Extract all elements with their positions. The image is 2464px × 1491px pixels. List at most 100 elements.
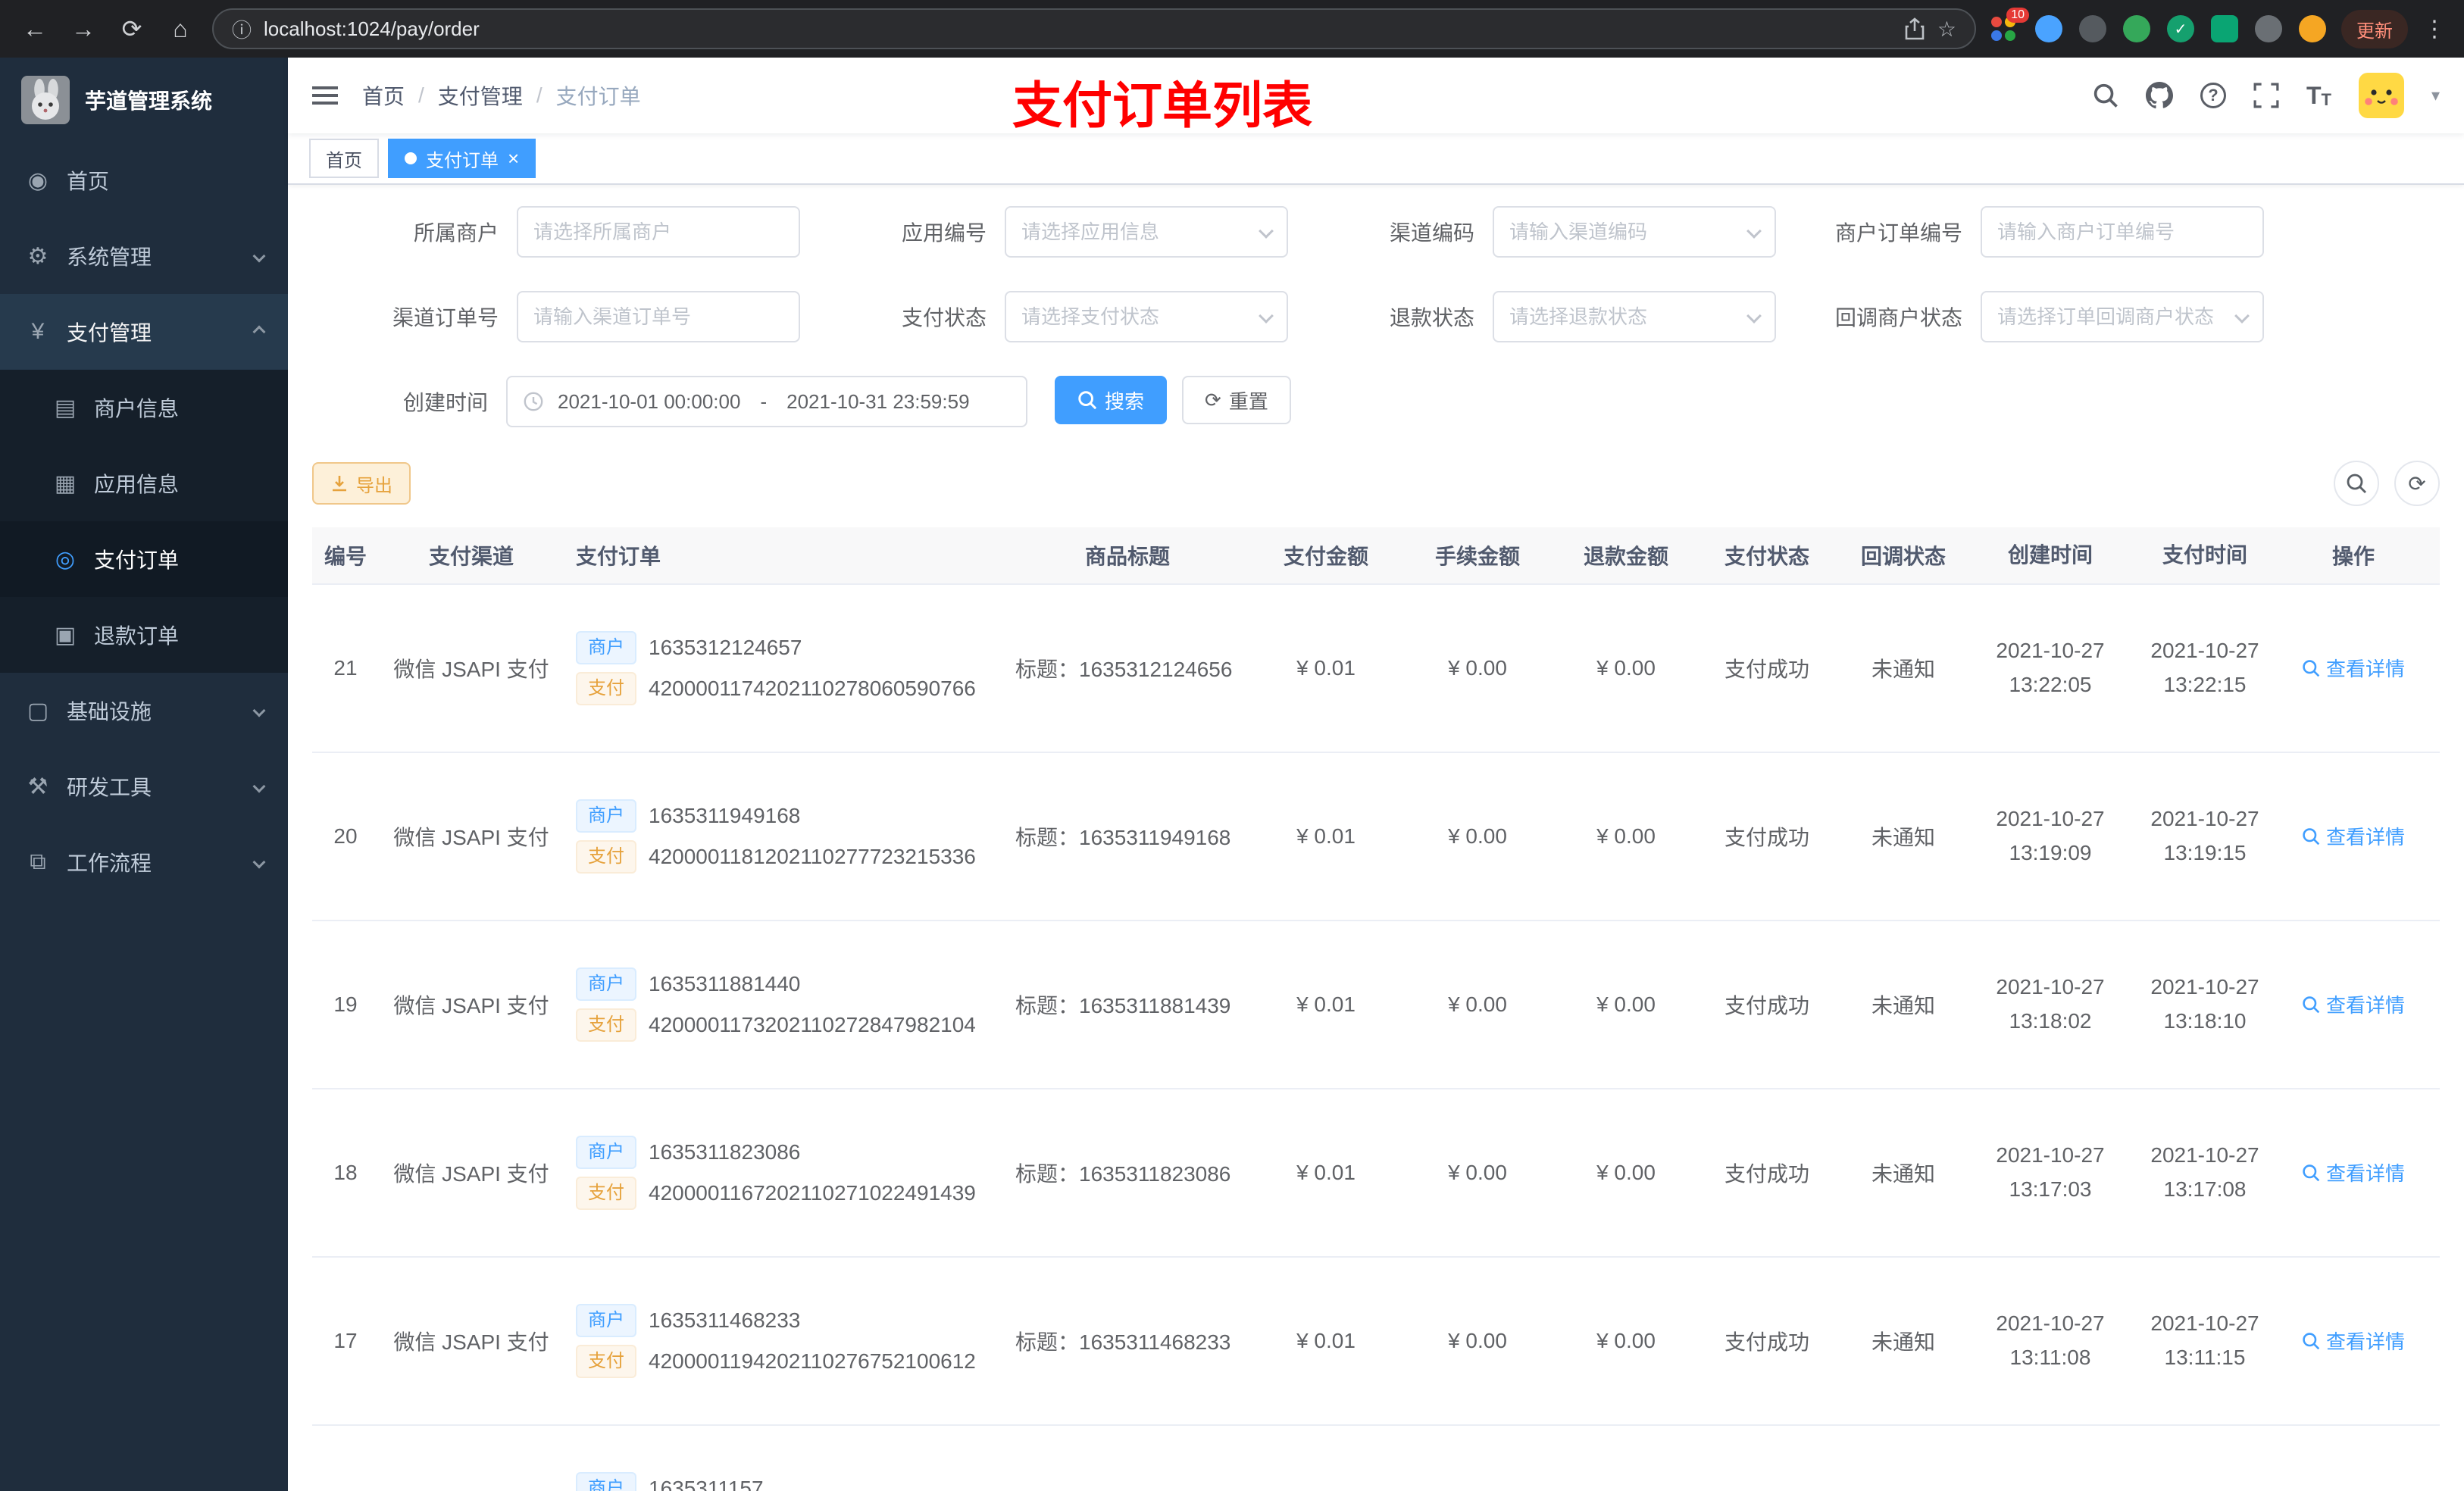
sidebar: 芋道管理系统 ◉ 首页 ⚙ 系统管理 ¥ 支付管理 ▤ 商户信息 ▦ 应用信息 … — [0, 58, 288, 1491]
cell-pay-order: 商户 1635311823086 支付 4200001167202110271022… — [564, 1128, 1006, 1217]
tab-pay-order[interactable]: 支付订单 × — [388, 139, 536, 178]
avatar-caret-icon[interactable]: ▾ — [2431, 86, 2440, 105]
reset-button[interactable]: ⟳ 重置 — [1182, 376, 1291, 424]
notify-status-select[interactable] — [1981, 291, 2264, 342]
browser-menu-icon[interactable]: ⋮ — [2423, 16, 2446, 42]
url-text[interactable]: localhost:1024/pay/order — [264, 17, 1892, 41]
green-extension-icon[interactable] — [2123, 15, 2150, 42]
search-icon[interactable] — [2093, 83, 2118, 108]
share-icon[interactable] — [1904, 17, 1925, 40]
app-logo: 芋道管理系统 — [0, 58, 288, 142]
col-created: 创建时间 — [2007, 542, 2093, 567]
sidebar-item-pay-order[interactable]: ◎ 支付订单 — [0, 521, 288, 597]
filter-merchant-order-no: 商户订单编号 — [1776, 206, 2264, 258]
filter-channel-code: 渠道编码 — [1288, 206, 1776, 258]
pay-tag: 支付 — [576, 1008, 636, 1042]
sidebar-item-workflow[interactable]: ⧉ 工作流程 — [0, 824, 288, 900]
reload-icon[interactable]: ⟳ — [115, 14, 149, 43]
filter-row-2: 渠道订单号 支付状态 退款状态 回调商户状态 — [312, 291, 2440, 342]
pay-order-no: 4200001174202110278060590766 — [649, 677, 976, 700]
merchant-input[interactable] — [517, 206, 800, 258]
colored-dots-extension-icon[interactable]: 10 — [1991, 8, 2029, 42]
merchant-order-no-input[interactable] — [1981, 206, 2264, 258]
sidebar-item-label: 首页 — [67, 170, 110, 193]
bookmark-star-icon[interactable]: ☆ — [1937, 17, 1956, 42]
sidebar-item-infra[interactable]: ▢ 基础设施 — [0, 673, 288, 749]
cell-pay-order: 商户 1635311949168 支付 4200001181202110277723… — [564, 792, 1006, 881]
cell-paid: 2021-10-27 13:17:08 — [2128, 1139, 2282, 1207]
site-info-icon[interactable]: ⓘ — [232, 15, 252, 43]
hamburger-icon[interactable] — [312, 86, 338, 105]
blue-extension-icon[interactable] — [2035, 15, 2062, 42]
view-detail-link[interactable]: 查看详情 — [2302, 654, 2405, 682]
forward-icon[interactable]: → — [67, 15, 100, 43]
refund-status-select[interactable] — [1493, 291, 1776, 342]
home-icon[interactable]: ⌂ — [164, 15, 197, 43]
github-icon[interactable] — [2145, 82, 2173, 109]
channel-code-select[interactable] — [1493, 206, 1776, 258]
pay-status-select[interactable] — [1005, 291, 1288, 342]
col-refund: 退款金额 — [1583, 545, 1668, 568]
sidebar-item-app-info[interactable]: ▦ 应用信息 — [0, 445, 288, 521]
pin-extension-icon[interactable] — [2255, 15, 2282, 42]
sidebar-item-home[interactable]: ◉ 首页 — [0, 142, 288, 218]
cell-pay-order: 商户1635311157 支付 — [564, 1464, 1006, 1491]
avatar[interactable] — [2358, 73, 2404, 118]
chevron-down-icon — [252, 855, 266, 869]
sidebar-item-refund-order[interactable]: ▣ 退款订单 — [0, 597, 288, 673]
cell-notify: 未通知 — [1871, 826, 1935, 849]
channel-order-no-input[interactable] — [517, 291, 800, 342]
emoji-extension-icon[interactable] — [2299, 15, 2326, 42]
dark-extension-icon[interactable] — [2079, 15, 2106, 42]
sidebar-item-merchant-info[interactable]: ▤ 商户信息 — [0, 370, 288, 445]
view-detail-link[interactable]: 查看详情 — [2302, 990, 2405, 1018]
sidebar-item-devtools[interactable]: ⚒ 研发工具 — [0, 749, 288, 824]
help-icon[interactable]: ? — [2200, 83, 2226, 108]
tab-home[interactable]: 首页 — [309, 139, 379, 178]
cell-fee: ¥ 0.00 — [1448, 992, 1507, 1016]
view-detail-link[interactable]: 查看详情 — [2302, 1158, 2405, 1186]
chat-extension-icon[interactable] — [2211, 15, 2238, 42]
date-range-picker[interactable]: 2021-10-01 00:00:00 - 2021-10-31 23:59:5… — [506, 376, 1027, 427]
cell-action: 查看详情 — [2282, 822, 2425, 851]
target-icon: ◎ — [55, 546, 76, 572]
show-search-button[interactable] — [2334, 461, 2379, 506]
font-size-icon[interactable]: TT — [2306, 82, 2331, 110]
filter-label: 退款状态 — [1389, 306, 1474, 330]
filter-label: 渠道订单号 — [392, 306, 499, 330]
export-button[interactable]: 导出 — [312, 462, 411, 505]
cell-refund: ¥ 0.00 — [1596, 1329, 1656, 1352]
check-extension-icon[interactable]: ✓ — [2167, 15, 2194, 42]
view-detail-link[interactable]: 查看详情 — [2302, 822, 2405, 850]
dashboard-icon: ◉ — [27, 167, 48, 193]
magnifier-icon — [2303, 660, 2320, 677]
close-icon[interactable]: × — [508, 148, 519, 168]
back-icon[interactable]: ← — [18, 15, 52, 43]
search-button[interactable]: 搜索 — [1055, 376, 1168, 424]
chevron-down-icon — [252, 780, 266, 793]
sidebar-item-payment[interactable]: ¥ 支付管理 — [0, 294, 288, 370]
merchant-tag: 商户 — [576, 799, 636, 833]
extension-badge: 10 — [2006, 8, 2029, 23]
fullscreen-icon[interactable] — [2253, 83, 2279, 108]
filter-label: 商户订单编号 — [1834, 221, 1962, 245]
navbar-actions: ? TT ▾ — [2093, 73, 2440, 118]
url-bar[interactable]: ⓘ localhost:1024/pay/order ☆ — [212, 8, 1976, 49]
date-end[interactable]: 2021-10-31 23:59:59 — [786, 390, 969, 414]
update-button[interactable]: 更新 — [2341, 9, 2408, 48]
breadcrumb-pay-management[interactable]: 支付管理 — [438, 80, 523, 111]
breadcrumb-home[interactable]: 首页 — [362, 80, 405, 111]
col-fee: 手续金额 — [1434, 545, 1520, 568]
view-detail-link[interactable]: 查看详情 — [2302, 1327, 2405, 1355]
pay-order-no: 4200001194202110276752100612 — [649, 1349, 976, 1373]
app-id-select[interactable] — [1005, 206, 1288, 258]
pay-tag: 支付 — [576, 1345, 636, 1378]
refresh-table-button[interactable]: ⟳ — [2394, 461, 2440, 506]
filter-pay-status: 支付状态 — [800, 291, 1288, 342]
date-start[interactable]: 2021-10-01 00:00:00 — [558, 390, 740, 414]
view-detail-label: 查看详情 — [2325, 658, 2405, 681]
cell-refund: ¥ 0.00 — [1596, 1161, 1656, 1184]
browser-chrome: ← → ⟳ ⌂ ⓘ localhost:1024/pay/order ☆ 10 — [0, 0, 2464, 58]
sidebar-item-system[interactable]: ⚙ 系统管理 — [0, 218, 288, 294]
view-detail-label: 查看详情 — [2325, 1330, 2405, 1354]
